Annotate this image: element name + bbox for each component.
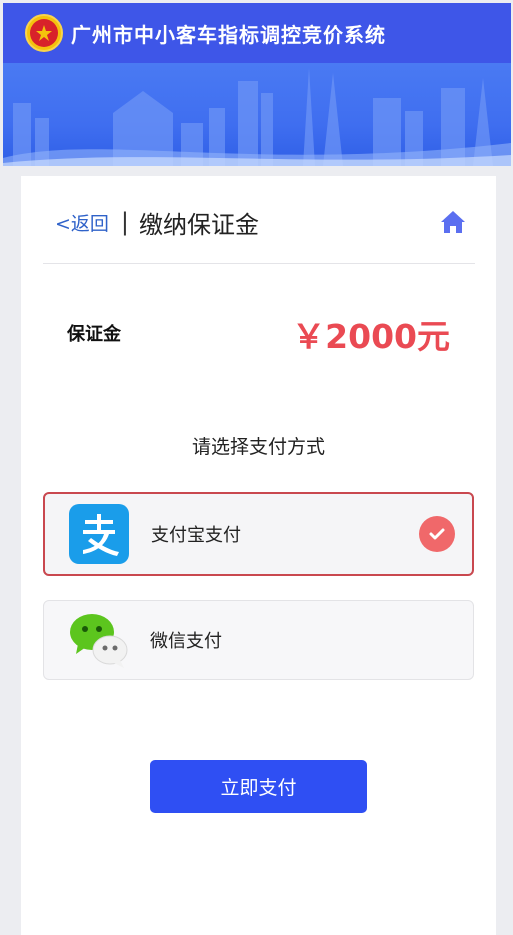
skyline-illustration <box>3 68 511 166</box>
alipay-option[interactable]: 支付宝支付 <box>43 492 474 576</box>
pay-now-button[interactable]: 立即支付 <box>150 760 367 813</box>
deposit-amount: ￥2000元 <box>292 317 450 356</box>
app-title: 广州市中小客车指标调控竞价系统 <box>71 22 386 47</box>
deposit-label: 保证金 <box>67 324 121 345</box>
page-title: 缴纳保证金 <box>139 210 260 239</box>
emblem-icon <box>25 14 63 52</box>
wechat-option[interactable]: 微信支付 <box>43 600 474 680</box>
wechat-icon <box>70 614 128 668</box>
divider <box>43 263 475 264</box>
nav-bar: <返回 | 缴纳保证金 <box>55 202 475 242</box>
city-skyline-banner <box>3 63 511 166</box>
alipay-icon <box>69 504 129 564</box>
payment-card: <返回 | 缴纳保证金 保证金 ￥2000元 请选择支付方式 支付宝支付 微信支… <box>21 176 496 935</box>
home-icon[interactable] <box>439 208 467 236</box>
app-header: 广州市中小客车指标调控竞价系统 <box>3 3 511 63</box>
back-link[interactable]: <返回 <box>55 209 109 236</box>
payment-method-prompt: 请选择支付方式 <box>191 436 325 458</box>
wechat-label: 微信支付 <box>150 631 222 652</box>
alipay-label: 支付宝支付 <box>151 525 241 546</box>
nav-separator: | <box>120 208 130 236</box>
checkmark-icon <box>419 516 455 552</box>
